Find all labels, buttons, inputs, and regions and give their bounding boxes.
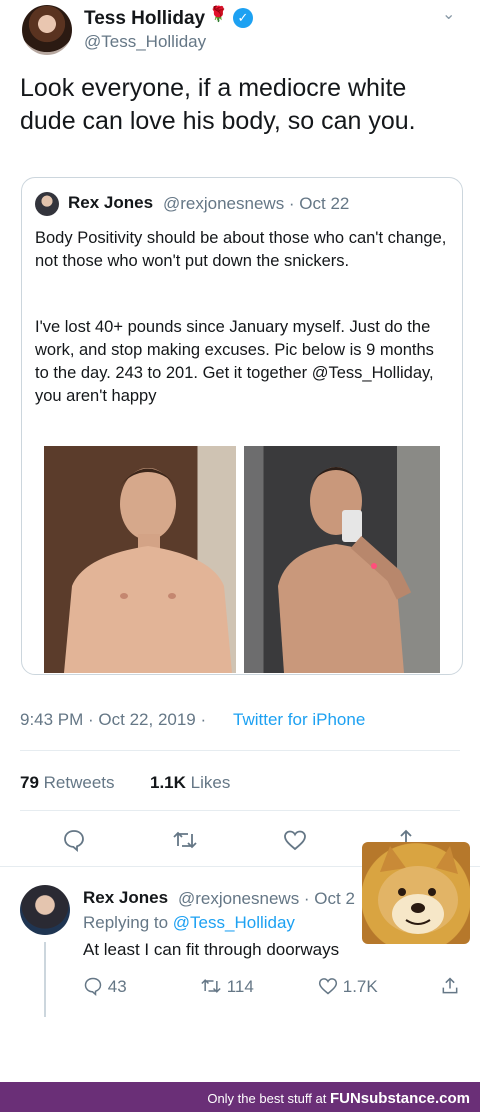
quoted-author-name: Rex Jones [68, 193, 154, 212]
share-icon [442, 977, 458, 994]
after-photo[interactable] [244, 446, 440, 673]
quoted-text-paragraph: Body Positivity should be about those wh… [35, 229, 447, 270]
reply-icon[interactable] [62, 828, 86, 857]
thread-line [44, 942, 46, 1017]
retweets-stat[interactable]: 79 Retweets [20, 773, 115, 793]
author-handle[interactable]: @Tess_Holliday [84, 32, 206, 52]
quoted-author-meta: @rexjonesnews · Oct 22 [163, 194, 350, 213]
tweet-timestamp[interactable]: 9:43 PM · Oct 22, 2019 · [20, 710, 206, 730]
footer-watermark-text: Only the best stuff at FUNsubstance.com [207, 1090, 470, 1107]
replying-to-link[interactable]: @Tess_Holliday [173, 913, 295, 932]
footer-prefix: Only the best stuff at [207, 1091, 327, 1106]
chevron-down-icon[interactable]: ⌄ [442, 4, 455, 24]
retweet-icon[interactable] [172, 828, 198, 857]
before-photo[interactable] [44, 446, 236, 673]
reply-author-meta: @rexjonesnews · Oct 2 [178, 889, 355, 908]
divider [20, 750, 460, 751]
likes-label: Likes [190, 773, 231, 792]
rose-icon: 🌹 [209, 6, 228, 23]
author-name[interactable]: Tess Holliday [84, 8, 205, 30]
tweet-text: Look everyone, if a mediocre white dude … [20, 74, 416, 135]
doge-sticker-image [362, 842, 470, 944]
retweets-label: Retweets [43, 773, 115, 792]
reply-author-name[interactable]: Rex Jones [83, 888, 168, 908]
reply-like-button[interactable]: 1.7K [318, 976, 378, 997]
author-avatar[interactable] [22, 5, 72, 55]
divider [20, 810, 460, 811]
reply-retweet-count: 114 [226, 977, 254, 996]
replying-prefix: Replying to [83, 913, 169, 932]
tweet-source-link[interactable]: Twitter for iPhone [233, 710, 365, 730]
reply-share-button[interactable] [440, 976, 460, 997]
verified-badge-icon: ✓ [233, 8, 253, 28]
reply-reply-count: 43 [107, 977, 127, 996]
reply-icon [84, 977, 102, 996]
reply-author-avatar[interactable] [20, 885, 70, 935]
retweet-icon [201, 979, 221, 993]
replying-to-line: Replying to @Tess_Holliday [83, 913, 295, 933]
like-icon [318, 978, 338, 995]
footer-brand: FUNsubstance.com [329, 1090, 470, 1107]
quoted-text-paragraph: I've lost 40+ pounds since January mysel… [35, 318, 434, 405]
likes-stat[interactable]: 1.1K Likes [150, 773, 230, 793]
reply-text: At least I can fit through doorways [83, 940, 340, 959]
retweets-count: 79 [20, 773, 39, 792]
like-icon[interactable] [283, 828, 307, 857]
reply-like-count: 1.7K [342, 977, 378, 996]
reply-reply-button[interactable]: 43 [83, 976, 127, 997]
reply-retweet-button[interactable]: 114 [200, 976, 254, 997]
likes-count: 1.1K [150, 773, 186, 792]
quoted-author-avatar [35, 192, 59, 216]
